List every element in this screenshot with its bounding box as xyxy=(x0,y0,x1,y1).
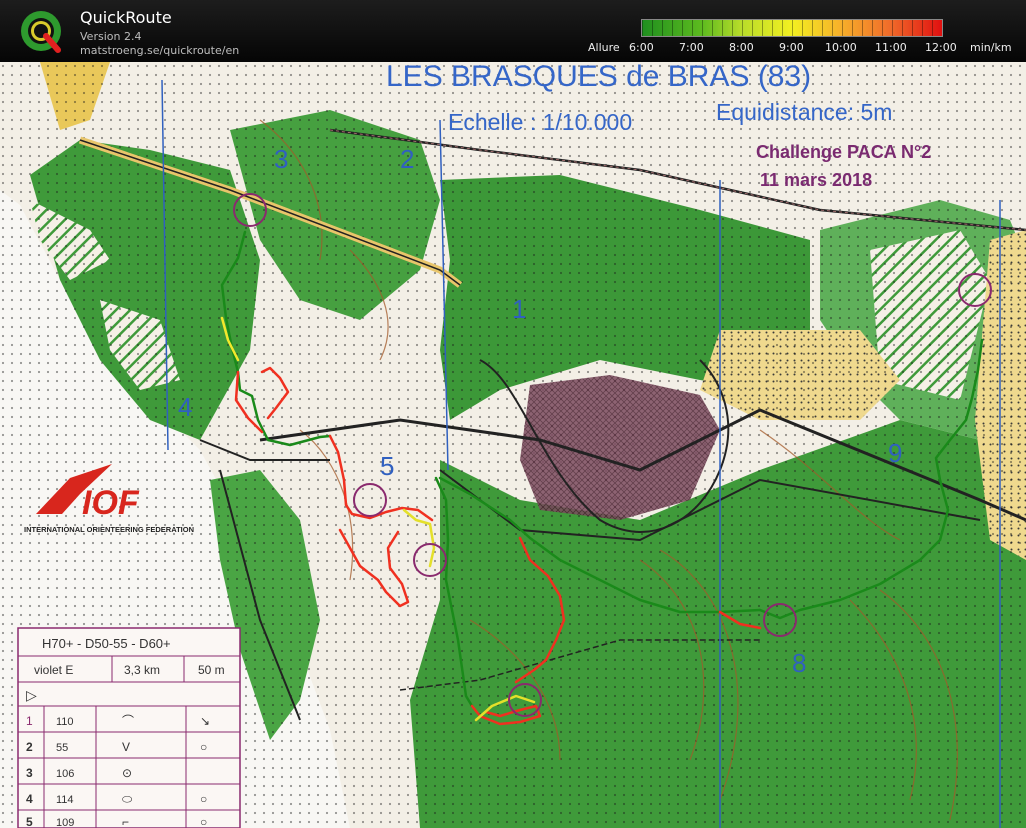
quickroute-logo-icon xyxy=(21,11,61,53)
card-row-feature: ⌐ xyxy=(122,815,129,828)
map-number: 3 xyxy=(274,144,288,174)
event-name: Challenge PACA N°2 xyxy=(756,142,931,162)
map-number: 9 xyxy=(888,438,902,468)
svg-text:IOF: IOF xyxy=(82,484,140,522)
map-equidistance: Equidistance: 5m xyxy=(716,99,892,125)
map-number: 4 xyxy=(178,392,192,422)
app-version: Version 2.4 xyxy=(80,30,142,43)
card-row-code: 106 xyxy=(56,768,74,780)
pace-tick: 11:00 xyxy=(875,41,907,54)
card-header: H70+ - D50-55 - D60+ xyxy=(42,636,171,651)
control-description-card: H70+ - D50-55 - D60+ violet E 3,3 km 50 … xyxy=(17,627,241,828)
pace-legend-label: Allure xyxy=(588,41,620,54)
map-number: 2 xyxy=(400,144,414,174)
map-number: 5 xyxy=(380,451,394,481)
card-row-num: 2 xyxy=(26,740,33,754)
card-row-detail: ↘ xyxy=(200,714,210,728)
map-title: LES BRASQUES de BRAS (83) xyxy=(386,62,811,93)
card-row-num: 5 xyxy=(26,815,33,828)
card-row-num: 1 xyxy=(26,714,33,728)
pace-tick: 7:00 xyxy=(679,41,704,54)
card-distance: 3,3 km xyxy=(124,663,160,677)
pace-tick: 12:00 xyxy=(925,41,957,54)
card-row-num: 3 xyxy=(26,766,33,780)
card-row-detail: ○ xyxy=(200,740,207,754)
pace-tick: 10:00 xyxy=(825,41,857,54)
card-row-feature: V xyxy=(122,740,130,754)
map-number: 8 xyxy=(792,648,806,678)
card-row-feature: ⬭ xyxy=(122,792,133,806)
forbidden-area xyxy=(520,375,720,520)
card-row-detail: ○ xyxy=(200,815,207,828)
card-climb: 50 m xyxy=(198,663,225,677)
app-title: QuickRoute xyxy=(80,8,172,27)
card-row-num: 4 xyxy=(26,792,33,806)
app-url: matstroeng.se/quickroute/en xyxy=(80,44,240,57)
map-number: 1 xyxy=(512,294,526,324)
pace-color-scale xyxy=(641,19,943,37)
card-row-feature: ⌒ xyxy=(122,714,134,728)
pace-tick: 6:00 xyxy=(629,41,654,54)
card-row-code: 109 xyxy=(56,817,74,828)
pace-tick: 9:00 xyxy=(779,41,804,54)
pace-unit: min/km xyxy=(970,41,1012,54)
card-row-code: 110 xyxy=(56,716,74,728)
card-row-feature: ⊙ xyxy=(122,766,132,780)
orienteering-map[interactable]: LES BRASQUES de BRAS (83) Echelle : 1/10… xyxy=(0,62,1026,828)
event-date: 11 mars 2018 xyxy=(760,170,872,190)
app-header: QuickRoute Version 2.4 matstroeng.se/qui… xyxy=(0,0,1026,62)
map-scale: Echelle : 1/10.000 xyxy=(448,109,632,135)
card-row-code: 114 xyxy=(56,794,74,806)
card-start-symbol: ▷ xyxy=(26,687,37,703)
card-course: violet E xyxy=(34,663,73,677)
pace-tick: 8:00 xyxy=(729,41,754,54)
svg-text:INTERNATIONAL ORIENTEERING FED: INTERNATIONAL ORIENTEERING FEDERATION xyxy=(24,525,194,534)
card-row-detail: ○ xyxy=(200,792,207,806)
card-row-code: 55 xyxy=(56,742,68,754)
